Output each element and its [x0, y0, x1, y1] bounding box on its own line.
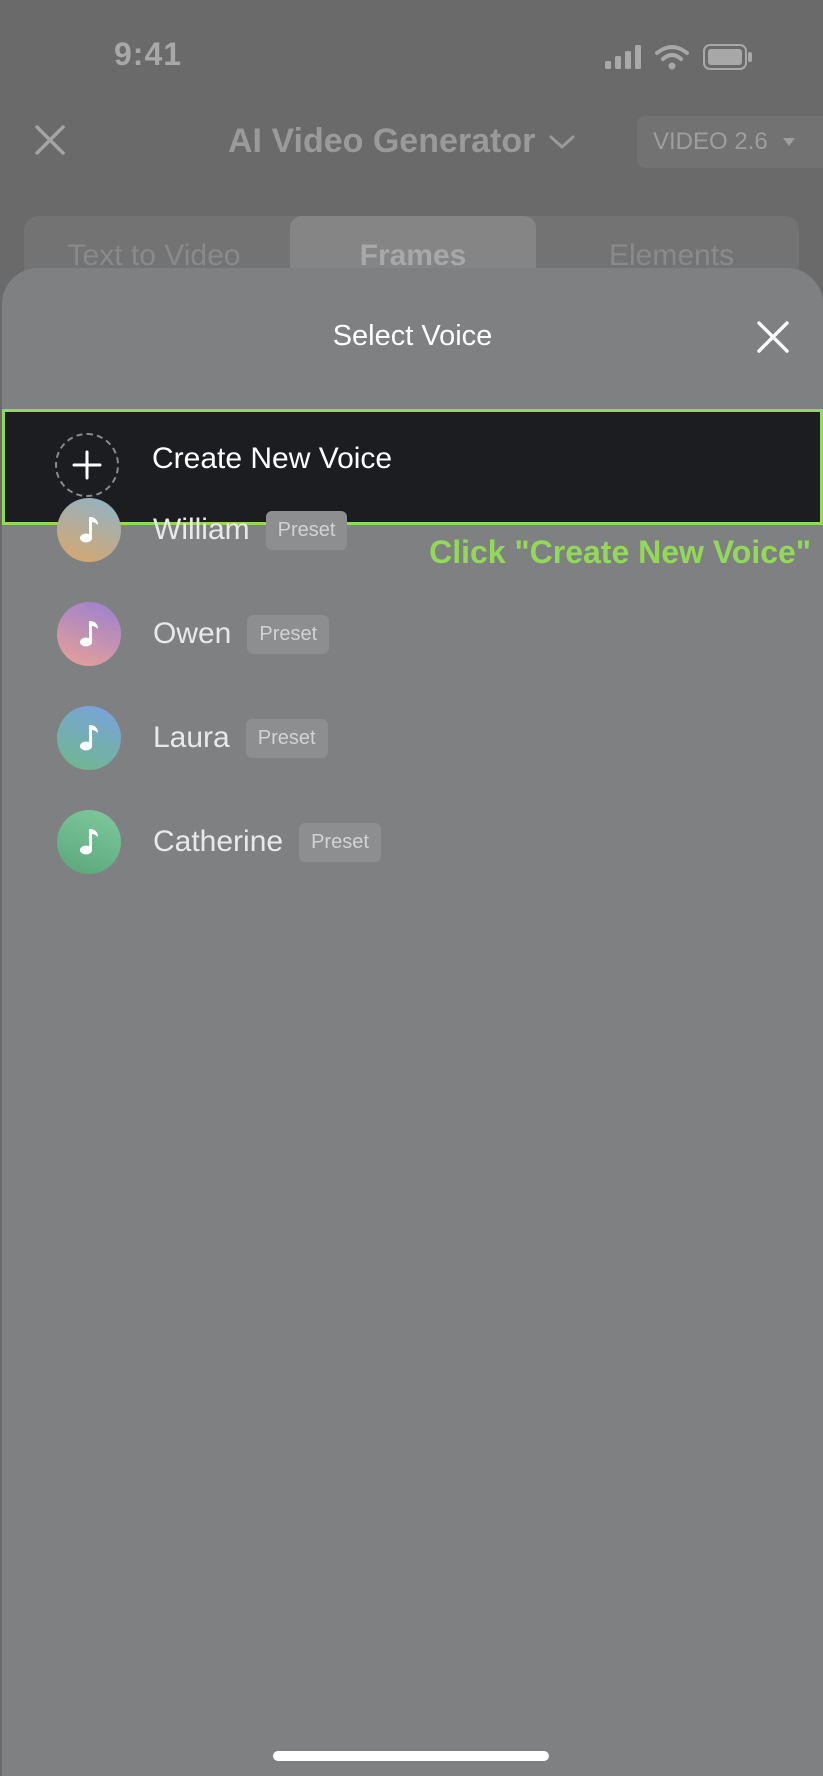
chevron-down-icon [549, 135, 575, 148]
select-voice-sheet: Select Voice Create New Voice Click "Cre… [2, 268, 823, 1776]
status-icons [605, 44, 753, 70]
battery-icon [703, 44, 752, 70]
version-label: VIDEO 2.6 [653, 128, 768, 155]
voice-item-laura[interactable]: Laura Preset [57, 705, 328, 771]
music-note-icon [80, 517, 98, 543]
voice-name: Owen [153, 617, 232, 650]
voice-item-owen[interactable]: Owen Preset [57, 601, 330, 667]
close-icon[interactable] [34, 124, 66, 156]
preset-badge: Preset [265, 510, 348, 550]
version-selector[interactable]: VIDEO 2.6 [637, 116, 823, 168]
close-icon[interactable] [756, 320, 790, 354]
app-title-dropdown[interactable]: AI Video Generator [228, 122, 575, 161]
avatar [57, 602, 121, 666]
voice-name: Catherine [153, 825, 284, 858]
caret-down-icon [782, 138, 795, 146]
app-screen: 9:41 AI Video Generator VIDEO 2.6 Text t… [0, 0, 823, 1776]
status-time: 9:41 [114, 36, 183, 72]
app-top-bar: AI Video Generator VIDEO 2.6 [0, 108, 823, 178]
preset-badge: Preset [245, 718, 328, 758]
music-note-icon [80, 725, 98, 751]
preset-badge: Preset [247, 614, 330, 654]
plus-icon [72, 450, 102, 480]
avatar [57, 706, 121, 770]
voice-name: William [153, 513, 250, 546]
avatar [57, 498, 121, 562]
home-indicator [273, 1751, 549, 1761]
preset-badge: Preset [299, 822, 381, 862]
voice-item-catherine[interactable]: Catherine Preset [57, 809, 381, 875]
sheet-title: Select Voice [332, 320, 493, 352]
wifi-icon [655, 45, 689, 70]
voice-item-william[interactable]: William Preset [57, 497, 348, 563]
instruction-callout: Click "Create New Voice" [429, 534, 811, 570]
music-note-icon [80, 621, 98, 647]
music-note-icon [80, 829, 98, 855]
cellular-signal-icon [605, 45, 641, 69]
voice-name: Laura [153, 721, 230, 754]
app-title: AI Video Generator [228, 122, 536, 160]
plus-circle [55, 433, 119, 497]
create-new-voice-label: Create New Voice [152, 442, 393, 475]
status-bar: 9:41 [0, 0, 823, 110]
avatar [57, 810, 121, 874]
